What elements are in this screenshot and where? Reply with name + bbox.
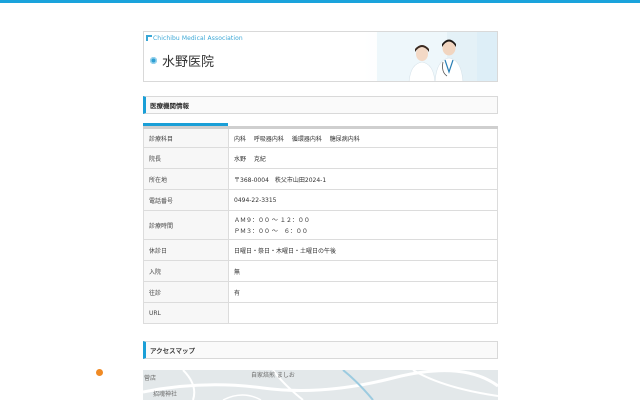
table-accent-bar: [143, 123, 228, 126]
table-row: 往診 有: [143, 281, 498, 303]
corner-bracket-icon: [146, 35, 152, 41]
table-row: 電話番号 0494-22-3315: [143, 189, 498, 211]
row-label: 診療科目: [143, 127, 229, 148]
hours-am: ＡＭ９：００ ～ １２：００: [234, 217, 310, 224]
map-label-shrine: 招魂神社: [153, 391, 178, 398]
row-value: 0494-22-3315: [228, 189, 498, 211]
bullet-dot-icon: [150, 57, 157, 64]
row-value: 内科 呼吸器内科 循環器内科 糖尿病内科: [228, 127, 498, 148]
section-title-info: 医療機関情報: [150, 102, 189, 110]
row-value: 〒368-0004 秩父市山田2024-1: [228, 168, 498, 190]
section-heading-map: アクセスマップ: [143, 341, 498, 359]
association-label: Chichibu Medical Association: [153, 35, 243, 42]
table-row: 診療科目 内科 呼吸器内科 循環器内科 糖尿病内科: [143, 127, 498, 148]
info-table-wrapper: 診療科目 内科 呼吸器内科 循環器内科 糖尿病内科 院長 水野 克紀 所在地 〒…: [143, 123, 498, 324]
row-label: 入院: [143, 260, 229, 282]
access-map[interactable]: 菅店 自家焙煎 ましお 招魂神社: [143, 370, 498, 400]
table-row: 入院 無: [143, 260, 498, 282]
table-row: 院長 水野 克紀: [143, 147, 498, 169]
doctors-photo: [377, 32, 497, 81]
page-title-row: 水野医院: [150, 51, 214, 70]
row-value-url[interactable]: [228, 302, 498, 324]
table-row: 休診日 日曜日・祭日・木曜日・土曜日の午後: [143, 239, 498, 261]
row-value: 水野 克紀: [228, 147, 498, 169]
row-label: 院長: [143, 147, 229, 169]
row-label: 電話番号: [143, 189, 229, 211]
section-heading-info: 医療機関情報: [143, 96, 498, 114]
table-row: 所在地 〒368-0004 秩父市山田2024-1: [143, 168, 498, 190]
row-label: URL: [143, 302, 229, 324]
row-value-hours: ＡＭ９：００ ～ １２：００ ＰＭ３：００ ～ ６：００: [228, 210, 498, 240]
table-row: URL: [143, 302, 498, 324]
clinic-info-table: 診療科目 内科 呼吸器内科 循環器内科 糖尿病内科 院長 水野 克紀 所在地 〒…: [143, 126, 498, 324]
page-title: 水野医院: [162, 55, 215, 70]
row-value: 無: [228, 260, 498, 282]
map-roads: [143, 370, 498, 400]
map-pin-icon[interactable]: [96, 369, 103, 376]
row-label: 往診: [143, 281, 229, 303]
hours-pm: ＰＭ３：００ ～ ６：００: [234, 228, 308, 235]
row-value: 有: [228, 281, 498, 303]
clinic-header-banner: Chichibu Medical Association 水野医院: [143, 31, 498, 82]
row-value: 日曜日・祭日・木曜日・土曜日の午後: [228, 239, 498, 261]
row-label: 診療時間: [143, 210, 229, 240]
association-name: Chichibu Medical Association: [146, 35, 243, 42]
main-content: Chichibu Medical Association 水野医院 医療機関情報…: [143, 31, 498, 359]
table-row: 診療時間 ＡＭ９：００ ～ １２：００ ＰＭ３：００ ～ ６：００: [143, 210, 498, 240]
row-label: 休診日: [143, 239, 229, 261]
top-accent-bar: [0, 0, 640, 3]
map-label-store: 菅店: [144, 375, 157, 382]
section-title-map: アクセスマップ: [150, 347, 195, 355]
row-label: 所在地: [143, 168, 229, 190]
map-label-cafe: 自家焙煎 ましお: [251, 372, 295, 379]
